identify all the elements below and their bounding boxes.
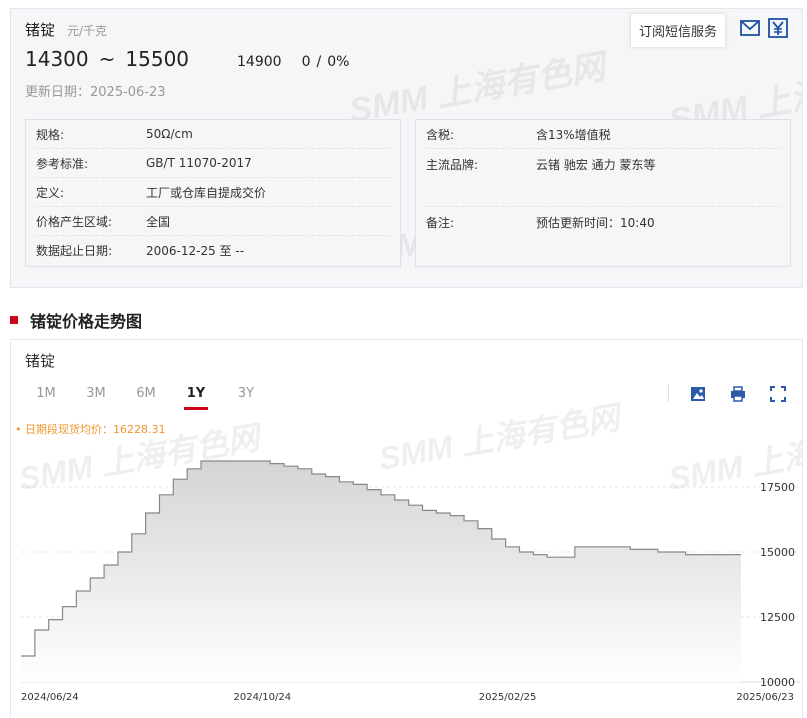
info-row-date-range: 数据起止日期: 2006-12-25 至 -- — [36, 236, 390, 264]
info-value: 工厂或仓库自提成交价 — [146, 185, 267, 200]
info-value: 2006-12-25 至 -- — [146, 243, 245, 258]
change-value: 0 — [301, 54, 311, 70]
section-heading: 锗锭价格走势图 — [10, 308, 142, 332]
product-title-row: 锗锭 元/千克 — [25, 19, 107, 40]
info-row-spec: 规格: 50Ω/cm — [36, 120, 390, 149]
info-key: 主流品牌: — [426, 158, 479, 172]
price-high: 15500 — [125, 47, 190, 71]
info-value: 含13%增值税 — [536, 127, 611, 142]
y-tick-label: 10000 — [760, 676, 795, 689]
x-tick-label: 2025/02/25 — [479, 692, 537, 703]
info-key: 含税: — [426, 127, 455, 142]
y-tick-label: 15000 — [760, 546, 795, 559]
section-title: 锗锭价格走势图 — [30, 312, 143, 331]
y-tick-label: 17500 — [760, 481, 795, 494]
y-tick-label: 12500 — [760, 611, 795, 624]
watermark: SMM 上海有色网 — [376, 398, 627, 477]
x-tick-label: 2024/06/24 — [21, 692, 79, 703]
update-date: 更新日期：2025-06-23 — [25, 85, 166, 100]
price-summary-card: SMM 上海有色网 SMM 上海有色网 SMM 上海有色网 锗锭 元/千克 14… — [10, 8, 803, 288]
subscribe-sms-button[interactable]: 订阅短信服务 — [629, 13, 726, 48]
info-key: 参考标准: — [36, 156, 89, 171]
info-value: 全国 — [146, 214, 171, 229]
yen-icon[interactable] — [767, 17, 789, 39]
price-change: 0 / 0% — [302, 54, 350, 70]
price-unit: 元/千克 — [67, 24, 108, 38]
info-key: 规格: — [36, 127, 65, 142]
range-separator: ~ — [98, 47, 116, 71]
info-value: 预估更新时间：10:40 — [536, 216, 655, 230]
info-key: 备注: — [426, 216, 455, 230]
info-key: 价格产生区域: — [36, 214, 113, 229]
info-row-brands: 主流品牌: 云锗 驰宏 通力 蒙东等 — [426, 149, 780, 207]
x-tick-label: 2024/10/24 — [233, 692, 291, 703]
info-value: 云锗 驰宏 通力 蒙东等 — [536, 158, 656, 172]
section-marker — [10, 316, 18, 324]
info-value: 50Ω/cm — [146, 127, 193, 141]
price-area-chart: 10000 12500 15000 17500 2024/06/24 2024/10/24… — [16, 398, 802, 703]
info-row-definition: 定义: 工厂或仓库自提成交价 — [36, 178, 390, 207]
price-row: 14300 ~ 15500 14900 0 / 0% — [25, 47, 349, 71]
info-value: GB/T 11070-2017 — [146, 156, 252, 170]
mail-icon[interactable] — [739, 17, 761, 39]
average-price: 14900 — [237, 54, 282, 70]
info-row-standard: 参考标准: GB/T 11070-2017 — [36, 149, 390, 178]
info-key: 数据起止日期: — [36, 243, 113, 258]
tax-info-box: 含税: 含13%增值税 主流品牌: 云锗 驰宏 通力 蒙东等 备注: 预估更新时间：1… — [415, 119, 791, 267]
info-key: 定义: — [36, 185, 65, 200]
price-chart-card: 锗锭 1M 3M 6M 1Y 3Y • 日期段现货均价：16228.31 100… — [10, 339, 803, 718]
info-row-tax: 含税: 含13%增值税 — [426, 120, 780, 149]
product-name: 锗锭 — [25, 21, 56, 39]
x-tick-label: 2025/06/23 — [736, 692, 794, 703]
change-separator: / — [316, 54, 322, 70]
info-row-remark: 备注: 预估更新时间：10:40 — [426, 207, 780, 261]
info-row-region: 价格产生区域: 全国 — [36, 207, 390, 236]
change-percent: 0% — [327, 54, 350, 70]
price-low: 14300 — [25, 47, 89, 71]
spec-info-box: 规格: 50Ω/cm 参考标准: GB/T 11070-2017 定义: 工厂或仓库自… — [25, 119, 401, 267]
